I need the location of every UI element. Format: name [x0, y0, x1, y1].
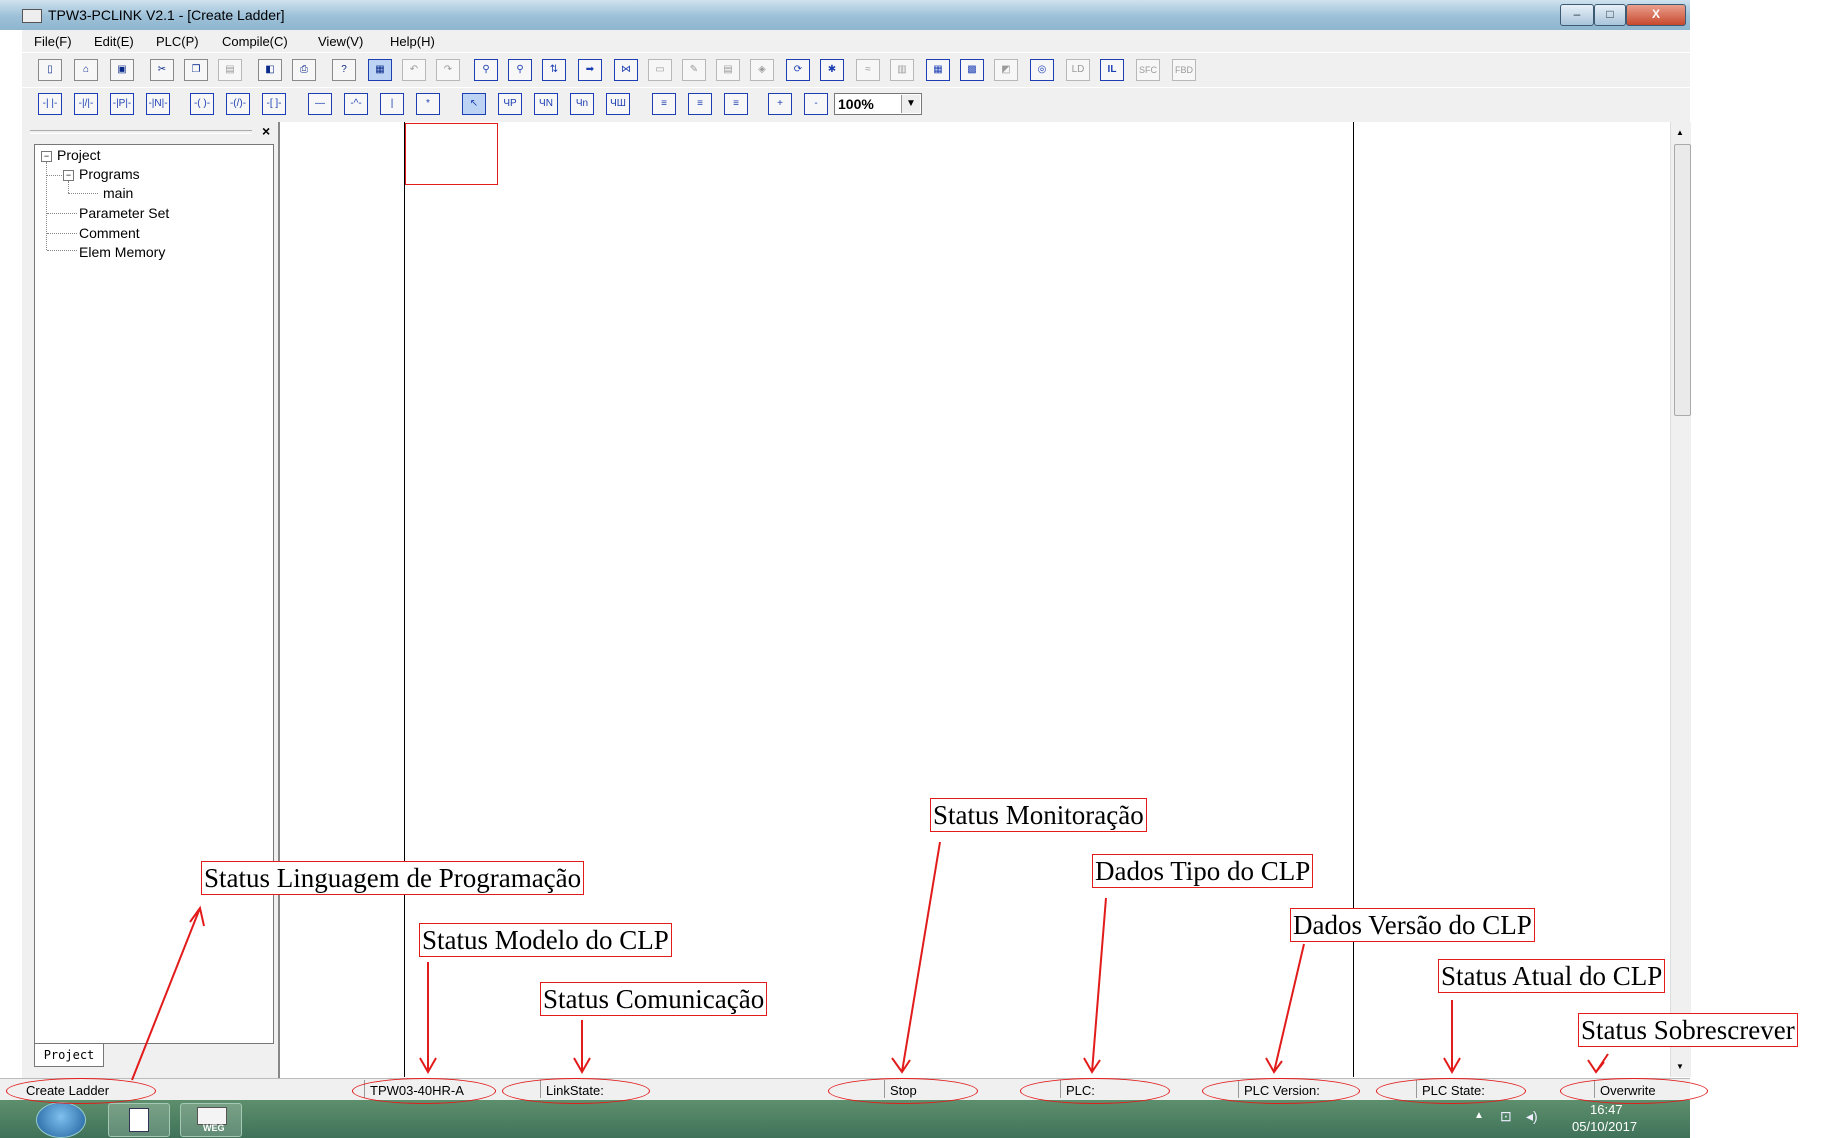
annotation-arrow — [1265, 943, 1305, 1074]
annotation-overwrite: Status Sobrescrever — [1578, 1013, 1798, 1047]
annotation-arrow — [1443, 1000, 1461, 1075]
annotation-ellipse — [6, 1078, 156, 1104]
annotation-ellipse — [1020, 1078, 1170, 1104]
annotation-arrow — [573, 1020, 591, 1075]
annotation-arrow — [419, 962, 437, 1075]
annotation-monitor: Status Monitoração — [930, 798, 1147, 832]
annotation-ellipse — [352, 1078, 496, 1104]
annotation-ellipse — [828, 1078, 978, 1104]
annotation-arrow — [1587, 1053, 1609, 1074]
annotation-model: Status Modelo do CLP — [419, 923, 672, 957]
annotation-ellipse — [1202, 1078, 1360, 1104]
annotation-plc-version: Dados Versão do CLP — [1290, 908, 1535, 942]
annotation-ellipse — [1560, 1078, 1708, 1104]
annotation-arrow — [891, 841, 941, 1074]
annotation-language: Status Linguagem de Programação — [201, 861, 585, 895]
annotation-plc-state: Status Atual do CLP — [1438, 959, 1666, 993]
annotation-ellipse — [1376, 1078, 1526, 1104]
annotation-arrow — [1083, 897, 1107, 1074]
annotation-ellipse — [502, 1078, 650, 1104]
annotation-communication: Status Comunicação — [540, 982, 768, 1016]
annotation-plc-type: Dados Tipo do CLP — [1092, 854, 1314, 888]
annotation-arrow — [131, 905, 205, 1081]
